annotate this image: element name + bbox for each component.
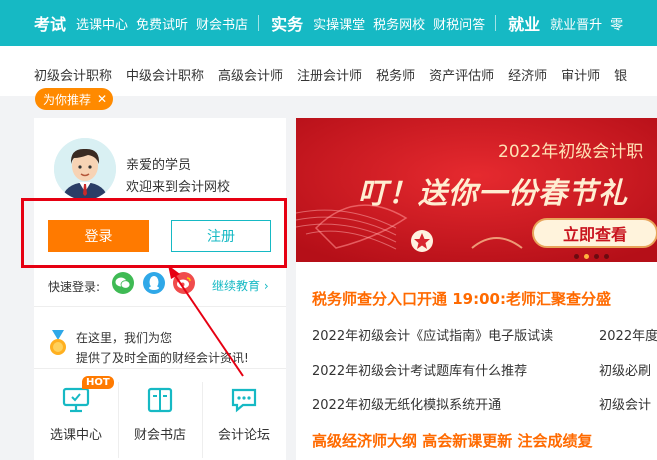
nav-link-truncated[interactable]: 零 bbox=[610, 14, 623, 33]
nav-link-practice-class[interactable]: 实操课堂 bbox=[313, 14, 365, 33]
medal-icon bbox=[48, 330, 68, 358]
wechat-icon[interactable] bbox=[112, 272, 134, 294]
monitor-icon bbox=[61, 386, 91, 414]
avatar bbox=[54, 138, 116, 200]
divider bbox=[34, 368, 286, 369]
category-item[interactable]: 资产评估师 bbox=[429, 65, 494, 84]
carousel-dots bbox=[574, 254, 614, 259]
carousel-dot[interactable] bbox=[604, 254, 609, 259]
news-item[interactable]: 初级会计 bbox=[599, 394, 651, 413]
nav-link-course-center[interactable]: 选课中心 bbox=[76, 14, 128, 33]
carousel-dot[interactable] bbox=[584, 254, 589, 259]
news-item[interactable]: 2022年度 bbox=[599, 325, 657, 344]
category-item[interactable]: 经济师 bbox=[508, 65, 547, 84]
nav-link-tax-school[interactable]: 税务网校 bbox=[373, 14, 425, 33]
tool-bookstore[interactable]: 财会书店 bbox=[118, 386, 202, 446]
news-item[interactable]: 初级必刷 bbox=[599, 360, 651, 379]
nav-group-practice[interactable]: 实务 bbox=[271, 11, 303, 35]
category-item[interactable]: 中级会计职称 bbox=[126, 65, 204, 84]
greeting-title: 亲爱的学员 bbox=[126, 158, 192, 173]
chat-icon bbox=[229, 386, 259, 414]
category-list: 初级会计职称 中级会计职称 高级会计师 注册会计师 税务师 资产评估师 经济师 … bbox=[34, 65, 641, 84]
annotation-highlight-box bbox=[21, 198, 287, 268]
carousel-dot[interactable] bbox=[594, 254, 599, 259]
category-item[interactable]: 高级会计师 bbox=[218, 65, 283, 84]
quick-login-label: 快速登录: bbox=[48, 280, 101, 294]
nav-group-employment[interactable]: 就业 bbox=[508, 11, 540, 35]
tool-course-center[interactable]: 选课中心 bbox=[34, 386, 118, 446]
news-headline[interactable]: 高级经济师大纲 高会新课更新 注会成绩复 bbox=[312, 430, 592, 451]
category-item[interactable]: 审计师 bbox=[561, 65, 600, 84]
nav-link-tax-qa[interactable]: 财税问答 bbox=[433, 14, 485, 33]
news-item[interactable]: 2022年初级无纸化模拟系统开通 bbox=[312, 394, 501, 413]
info-text-line2: 提供了及时全面的财经会计资讯! bbox=[76, 351, 249, 365]
nav-link-free-trial[interactable]: 免费试听 bbox=[136, 14, 188, 33]
hot-badge: HOT bbox=[82, 376, 114, 389]
category-item[interactable]: 税务师 bbox=[376, 65, 415, 84]
category-item[interactable]: 银 bbox=[614, 65, 627, 84]
category-item[interactable]: 初级会计职称 bbox=[34, 65, 112, 84]
continue-education-link[interactable]: 继续教育 › bbox=[212, 277, 269, 294]
banner-headline: 叮！送你一份春节礼 bbox=[358, 176, 629, 210]
divider bbox=[34, 306, 286, 307]
weibo-icon[interactable] bbox=[173, 272, 195, 294]
nav-link-career[interactable]: 就业晋升 bbox=[550, 14, 602, 33]
top-nav-bar: 考试 选课中心 免费试听 财会书店 实务 实操课堂 税务网校 财税问答 就业 就… bbox=[0, 0, 657, 46]
nav-group-exam[interactable]: 考试 bbox=[34, 11, 66, 35]
news-panel: 税务师查分入口开通 19:00:老师汇聚查分盛 2022年初级会计《应试指南》电… bbox=[296, 262, 657, 460]
tool-forum[interactable]: 会计论坛 bbox=[202, 386, 286, 446]
view-now-button[interactable]: 立即查看 bbox=[532, 218, 657, 248]
banner-title: 2022年初级会计职 bbox=[498, 142, 644, 162]
news-headline[interactable]: 税务师查分入口开通 19:00:老师汇聚查分盛 bbox=[312, 288, 611, 309]
greeting-subtitle: 欢迎来到会计网校 bbox=[126, 180, 231, 195]
news-item[interactable]: 2022年初级会计《应试指南》电子版试读 bbox=[312, 325, 553, 344]
category-item[interactable]: 注册会计师 bbox=[297, 65, 362, 84]
carousel-dot[interactable] bbox=[574, 254, 579, 259]
promo-banner[interactable]: 2022年初级会计职 叮！送你一份春节礼 立即查看 bbox=[296, 118, 657, 262]
book-icon bbox=[145, 386, 175, 414]
news-item[interactable]: 2022年初级会计考试题库有什么推荐 bbox=[312, 360, 527, 379]
nav-separator bbox=[495, 15, 497, 31]
info-text-line1: 在这里，我们为您 bbox=[76, 331, 173, 345]
close-icon[interactable]: ✕ bbox=[97, 92, 107, 106]
nav-separator bbox=[258, 15, 260, 31]
recommend-tag-label: 为你推荐 bbox=[43, 92, 92, 107]
recommend-tag[interactable]: 为你推荐 ✕ bbox=[35, 88, 114, 110]
tool-label: 财会书店 bbox=[133, 428, 186, 443]
qq-icon[interactable] bbox=[143, 272, 165, 294]
tool-label: 会计论坛 bbox=[217, 428, 270, 443]
user-panel: 亲爱的学员 欢迎来到会计网校 登录 注册 快速登录: 继续教育 › 在这里，我们… bbox=[34, 118, 286, 460]
tool-label: 选课中心 bbox=[49, 428, 102, 443]
nav-link-bookstore[interactable]: 财会书店 bbox=[196, 14, 248, 33]
